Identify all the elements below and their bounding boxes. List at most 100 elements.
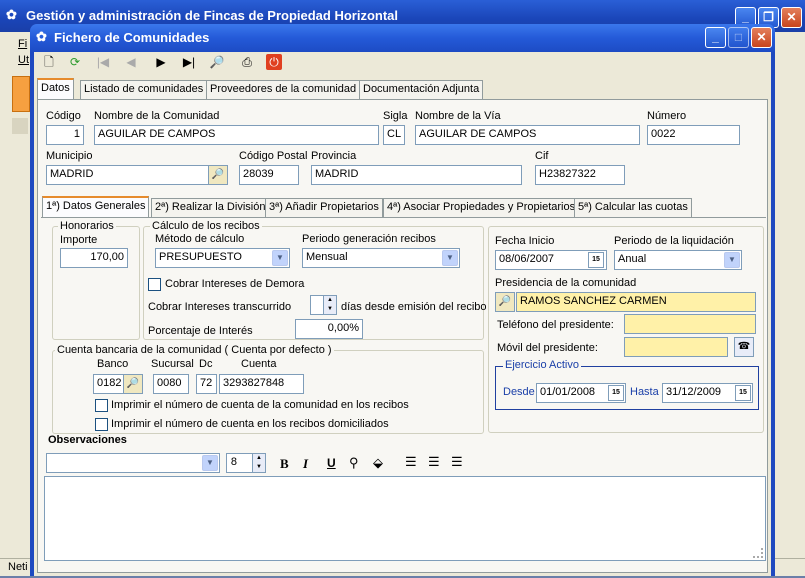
refresh-icon[interactable]: ⟳ [64,52,86,72]
search-icon[interactable]: 🔎 [206,52,228,72]
telefono-field[interactable] [624,314,756,334]
toolbar-button-partial[interactable] [12,76,30,112]
transcurrido-spinner[interactable]: ▲ ▼ [323,295,337,315]
font-color-icon[interactable]: ⚲ [349,455,359,471]
window-title: Fichero de Comunidades [54,30,210,45]
fichero-window: ✿ Fichero de Comunidades _ □ ✕ 🗋 ⟳ |◀ ◀ … [30,24,775,576]
honorarios-title: Honorarios [58,220,116,232]
chevron-down-icon: ▼ [202,455,218,471]
sucursal-field[interactable]: 0080 [153,374,189,394]
fecha-value: 08/06/2007 [499,253,555,265]
font-size-field[interactable]: 8 [226,453,254,473]
periodo-select[interactable]: Mensual ▼ [302,248,460,268]
metodo-select[interactable]: PRESUPUESTO ▼ [155,248,290,268]
banco-label: Banco [97,358,129,370]
fill-color-icon[interactable]: ⬙ [373,455,383,471]
observaciones-textarea[interactable] [44,476,766,561]
print-cuenta-checkbox[interactable] [95,399,108,412]
exit-icon[interactable]: ⏻ [266,54,282,70]
subtab-cuotas[interactable]: 5ª) Calcular las cuotas [574,198,692,217]
numero-field[interactable]: 0022 [647,125,740,145]
app-title: Gestión y administración de Fincas de Pr… [26,8,399,23]
menu-item-file[interactable]: Fi [18,38,27,50]
importe-field[interactable]: 170,00 [60,248,128,268]
calendar-icon[interactable]: 15 [588,252,604,268]
movil-field[interactable] [624,337,728,357]
presidencia-field[interactable]: RAMOS SANCHEZ CARMEN [516,292,756,312]
presidencia-label: Presidencia de la comunidad [495,277,637,289]
metodo-value: PRESUPUESTO [159,251,242,263]
print-icon[interactable]: ⎙ [236,52,258,72]
print-cuenta-label: Imprimir el número de cuenta de la comun… [111,399,409,411]
align-center-icon[interactable]: ☰ [428,454,440,470]
font-select[interactable]: ▼ [46,453,220,473]
banco-search-button[interactable]: 🔎 [123,374,143,394]
transcurrido-label: Cobrar Intereses transcurrido [148,301,292,313]
subtab-propietarios[interactable]: 3ª) Añadir Propietarios [265,198,383,217]
menu-item-utilities[interactable]: Ut [18,54,29,66]
new-icon[interactable]: 🗋 [38,52,60,72]
liquidacion-label: Periodo de la liquidación [614,235,734,247]
liquidacion-select[interactable]: Anual ▼ [614,250,742,270]
subtab-asociar[interactable]: 4ª) Asociar Propiedades y Propietarios [383,198,580,217]
window-maximize-button[interactable]: □ [728,27,749,48]
cif-field[interactable]: H23827322 [535,165,625,185]
intereses-label: Cobrar Intereses de Demora [165,278,305,290]
desde-label: Desde [503,386,535,398]
previous-record-icon[interactable]: ◀ [120,52,142,72]
via-field[interactable]: AGUILAR DE CAMPOS [415,125,640,145]
municipio-label: Municipio [46,150,93,162]
intereses-checkbox[interactable] [148,278,161,291]
phone-icon[interactable]: ☎ [734,337,754,357]
calendar-icon[interactable]: 15 [735,385,751,401]
tab-datos[interactable]: Datos [37,78,74,99]
telefono-label: Teléfono del presidente: [497,319,614,331]
municipio-search-button[interactable]: 🔎 [208,165,228,185]
app-icon: ✿ [6,7,17,22]
provincia-field[interactable]: MADRID [311,165,522,185]
cuenta-label: Cuenta [241,358,277,370]
subtab-division[interactable]: 2ª) Realizar la División [151,198,270,217]
dias-label: días desde emisión del recibo [341,301,487,313]
next-record-icon[interactable]: ▶ [150,52,172,72]
codigo-field[interactable]: 1 [46,125,84,145]
subtab-datos-generales[interactable]: 1ª) Datos Generales [42,196,150,217]
align-left-icon[interactable]: ☰ [405,454,417,470]
periodo-label: Periodo generación recibos [302,233,436,245]
calendar-icon[interactable]: 15 [608,385,624,401]
italic-icon[interactable]: I [303,456,308,472]
first-record-icon[interactable]: |◀ [92,52,114,72]
sucursal-label: Sucursal [151,358,194,370]
tab-proveedores[interactable]: Proveedores de la comunidad [206,80,361,99]
app-close-button[interactable]: ✕ [781,7,802,28]
sigla-field[interactable]: CL [383,125,405,145]
municipio-field[interactable]: MADRID [46,165,228,185]
ejercicio-title: Ejercicio Activo [503,359,581,371]
tab-listado[interactable]: Listado de comunidades [80,80,208,99]
status-left: Neti [8,561,28,573]
liquidacion-value: Anual [618,253,647,265]
presidencia-search-button[interactable]: 🔎 [495,292,515,312]
align-right-icon[interactable]: ☰ [451,454,463,470]
resize-grip[interactable] [753,548,763,558]
nombre-label: Nombre de la Comunidad [94,110,220,122]
cuenta-field[interactable]: 3293827848 [219,374,304,394]
fecha-label: Fecha Inicio [495,235,555,247]
cp-field[interactable]: 28039 [239,165,299,185]
bold-icon[interactable]: B [280,456,289,472]
dc-field[interactable]: 72 [196,374,217,394]
last-record-icon[interactable]: ▶| [178,52,200,72]
provincia-label: Provincia [311,150,357,162]
window-minimize-button[interactable]: _ [705,27,726,48]
print-domiciliados-checkbox[interactable] [95,418,108,431]
cp-label: Código Postal [239,150,308,162]
underline-icon[interactable]: U [327,456,336,470]
codigo-label: Código [46,110,81,122]
porcentaje-field[interactable]: 0,00% [295,319,363,339]
numero-label: Número [647,110,687,122]
metodo-label: Método de cálculo [155,233,245,245]
tab-documentacion[interactable]: Documentación Adjunta [359,80,484,99]
font-size-spinner[interactable]: ▲ ▼ [252,453,266,473]
window-close-button[interactable]: ✕ [751,27,772,48]
nombre-field[interactable]: AGUILAR DE CAMPOS [94,125,379,145]
